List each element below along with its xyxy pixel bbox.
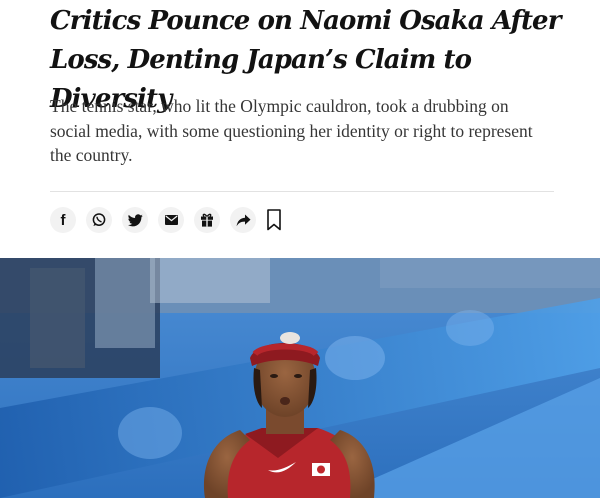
- share-icon: [236, 214, 250, 226]
- whatsapp-share-button[interactable]: [86, 207, 112, 233]
- facebook-icon: f: [60, 211, 66, 229]
- twitter-share-button[interactable]: [122, 207, 148, 233]
- more-share-button[interactable]: [230, 207, 256, 233]
- share-bar: f: [50, 207, 350, 235]
- gift-article-button[interactable]: [194, 207, 220, 233]
- article: Critics Pounce on Naomi Osaka After Loss…: [0, 0, 600, 498]
- email-icon: [164, 215, 178, 225]
- whatsapp-icon: [92, 213, 106, 226]
- summary: The tennis star, who lit the Olympic cau…: [50, 96, 533, 165]
- photo-scene: [0, 258, 600, 498]
- bookmark-icon[interactable]: [267, 209, 281, 231]
- email-share-button[interactable]: [158, 207, 184, 233]
- facebook-share-button[interactable]: f: [50, 207, 76, 233]
- hero-photo: [0, 258, 600, 498]
- twitter-icon: [127, 213, 143, 226]
- gift-icon: [201, 213, 213, 227]
- divider: [50, 191, 554, 192]
